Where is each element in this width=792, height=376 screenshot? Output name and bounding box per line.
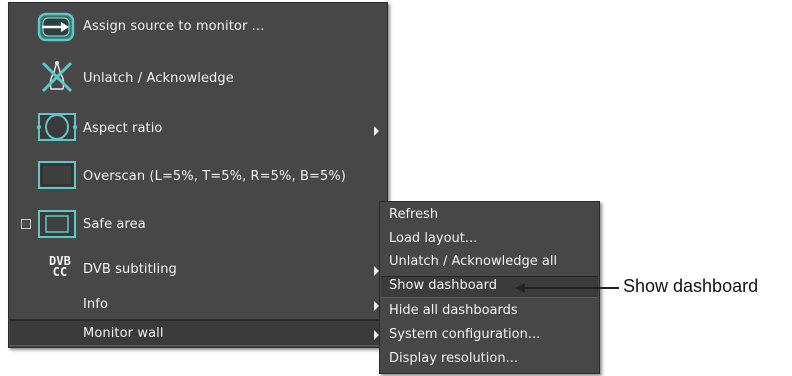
submenu-item-show-dashboard[interactable]: Show dashboard xyxy=(389,278,497,293)
menu-item-label: Safe area xyxy=(83,217,146,232)
context-menu: Assign source to monitor ... Unlatch / A… xyxy=(8,2,388,348)
menu-item-label: Overscan (L=5%, T=5%, R=5%, B=5%) xyxy=(83,169,346,184)
submenu-item-display-resolution[interactable]: Display resolution... xyxy=(389,351,518,366)
menu-item-dvb-subtitling[interactable]: DVB CC DVB subtitling xyxy=(9,253,387,287)
menu-item-overscan[interactable]: Overscan (L=5%, T=5%, R=5%, B=5%) xyxy=(9,158,387,194)
submenu-item-hide-all-dashboards[interactable]: Hide all dashboards xyxy=(389,303,518,318)
unlatch-icon xyxy=(37,59,77,95)
submenu-item-load-layout[interactable]: Load layout... xyxy=(389,231,477,246)
submenu-arrow-icon xyxy=(374,126,379,136)
submenu-item-system-configuration[interactable]: System configuration... xyxy=(389,327,540,342)
menu-item-label: Monitor wall xyxy=(83,326,164,341)
menu-item-label: Unlatch / Acknowledge xyxy=(83,71,234,86)
submenu-item-unlatch-all[interactable]: Unlatch / Acknowledge all xyxy=(389,254,557,269)
overscan-icon xyxy=(37,160,77,190)
dvb-icon: DVB CC xyxy=(49,255,71,279)
menu-item-safe-area[interactable]: Safe area xyxy=(9,206,387,242)
aspect-ratio-icon xyxy=(37,112,77,142)
safe-area-icon xyxy=(37,209,77,239)
menu-item-label: Aspect ratio xyxy=(83,121,163,136)
safe-area-checkbox[interactable] xyxy=(21,219,31,229)
menu-item-info[interactable]: Info xyxy=(9,291,387,317)
menu-item-label: Assign source to monitor ... xyxy=(83,19,265,34)
menu-item-aspect-ratio[interactable]: Aspect ratio xyxy=(9,109,387,145)
assign-source-icon xyxy=(37,12,77,42)
menu-item-label: DVB subtitling xyxy=(83,262,177,277)
dvb-icon-bottom-text: CC xyxy=(52,265,68,279)
callout-label: Show dashboard xyxy=(623,276,759,296)
menu-item-label: Info xyxy=(83,297,109,312)
menu-item-unlatch[interactable]: Unlatch / Acknowledge xyxy=(9,57,387,97)
callout-line xyxy=(523,287,619,289)
menu-item-assign-source[interactable]: Assign source to monitor ... xyxy=(9,9,387,45)
submenu-item-refresh[interactable]: Refresh xyxy=(389,207,438,222)
menu-item-monitor-wall[interactable]: Monitor wall xyxy=(9,321,387,345)
